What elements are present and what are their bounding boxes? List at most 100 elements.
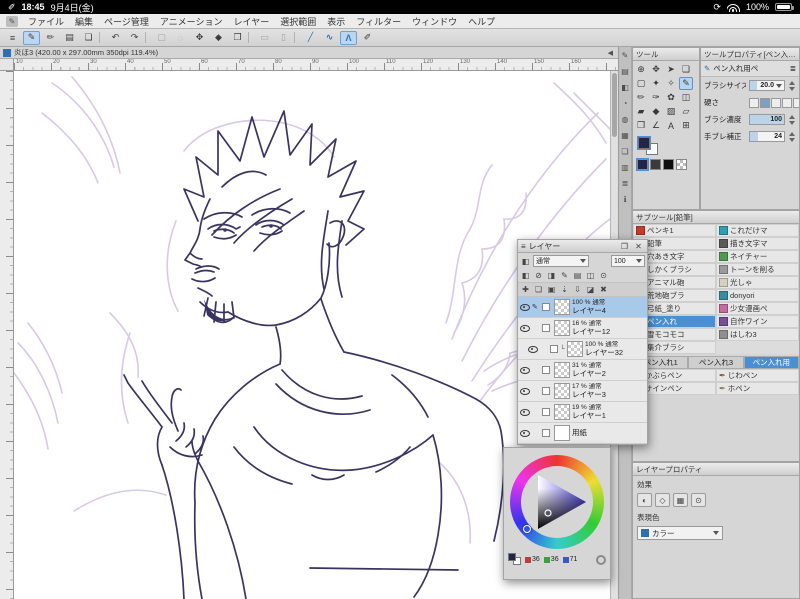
new-vector-layer-icon[interactable]: ❏ xyxy=(533,284,544,295)
layer-thumbnail[interactable] xyxy=(554,404,570,420)
divider[interactable] xyxy=(99,32,105,43)
figure-tool[interactable]: ▱ xyxy=(679,105,693,118)
layer-select-checkbox[interactable] xyxy=(542,324,550,332)
tool-palette-header[interactable]: ツール xyxy=(633,48,699,61)
rect-icon[interactable]: ▭ xyxy=(256,31,273,45)
selection-tool[interactable]: ▢ xyxy=(634,77,648,90)
pencil-icon[interactable]: ✏ xyxy=(42,31,59,45)
pen-subtool-item[interactable]: ✒ ホペン xyxy=(716,382,799,395)
deselect-icon[interactable]: ◌ xyxy=(172,31,189,45)
layer-row[interactable]: 17 % 通常 レイヤー3 xyxy=(518,381,647,402)
subtool-item[interactable]: 少女漫画ペ xyxy=(716,302,799,315)
blend-mode-select[interactable]: 通常 xyxy=(533,255,589,267)
color-wheel[interactable] xyxy=(510,455,604,549)
transfer-to-lower-icon[interactable]: ⇣ xyxy=(559,284,570,295)
subtool-item[interactable]: はしわ3 xyxy=(716,328,799,341)
layer-visibility-toggle[interactable] xyxy=(528,344,538,354)
curve-line-icon[interactable]: ∿ xyxy=(321,31,338,45)
subtool-item[interactable]: 描き文字マ xyxy=(716,237,799,250)
subtool-item[interactable]: トーンを削る xyxy=(716,263,799,276)
menu-item[interactable]: 選択範囲 xyxy=(280,15,316,28)
layer-thumbnail[interactable] xyxy=(554,299,570,315)
lock-transparent-pixels-icon[interactable]: ◨ xyxy=(546,270,557,281)
pen-tool[interactable]: ✎ xyxy=(679,77,693,90)
hue-handle[interactable] xyxy=(523,525,531,533)
select-icon[interactable]: ▢ xyxy=(153,31,170,45)
operation-tool[interactable]: ➤ xyxy=(664,63,678,76)
value-stepper[interactable] xyxy=(788,80,796,91)
layer-visibility-toggle[interactable] xyxy=(520,407,530,417)
value-stepper[interactable] xyxy=(788,131,796,142)
layer-select-checkbox[interactable] xyxy=(550,345,558,353)
layer-thumbnail[interactable] xyxy=(554,425,570,441)
main-color-square[interactable] xyxy=(637,136,651,150)
color-mixer-icon[interactable] xyxy=(596,554,606,565)
tool-property-dock-icon[interactable]: ◧ xyxy=(620,82,631,93)
move-tool[interactable]: ✥ xyxy=(649,63,663,76)
wheel-main-sub-color[interactable] xyxy=(508,553,522,566)
app-logo-icon[interactable]: ✎ xyxy=(6,15,18,27)
effect-extract-lines-icon[interactable]: ▦ xyxy=(673,493,688,507)
effect-border-icon[interactable]: ◇ xyxy=(655,493,670,507)
workspace-icon[interactable]: ▤ xyxy=(61,31,78,45)
main-sub-color-widget[interactable] xyxy=(637,136,661,156)
subtool-group-tab[interactable]: ペン入れ3 xyxy=(688,356,744,369)
lock-layer-icon[interactable]: ⊘ xyxy=(533,270,544,281)
vector-pen-icon[interactable]: ✐ xyxy=(359,31,376,45)
file-icon[interactable]: ❏ xyxy=(80,31,97,45)
brush-density-slider[interactable]: 100 xyxy=(749,114,785,125)
menu-item[interactable]: ヘルプ xyxy=(468,15,495,28)
new-raster-layer-icon[interactable]: ✚ xyxy=(520,284,531,295)
merge-to-lower-icon[interactable]: ⇩ xyxy=(572,284,583,295)
auto-select-tool[interactable]: ✦ xyxy=(649,77,663,90)
color-set-dock-icon[interactable]: ▦ xyxy=(620,130,631,141)
layer-select-checkbox[interactable] xyxy=(542,387,550,395)
pen-subtool-item[interactable]: ✒ じわペン xyxy=(716,369,799,382)
layer-dock-icon[interactable]: ❏ xyxy=(620,146,631,157)
tab-collapse-icon[interactable]: ◀ xyxy=(608,49,615,57)
fill-tool[interactable]: ◆ xyxy=(649,105,663,118)
layer-select-checkbox[interactable] xyxy=(542,366,550,374)
zoom-tool[interactable]: ⊕ xyxy=(634,63,648,76)
menu-item[interactable]: 表示 xyxy=(327,15,345,28)
gradient-tool[interactable]: ▨ xyxy=(664,105,678,118)
divider[interactable] xyxy=(145,32,151,43)
layer-visibility-toggle[interactable] xyxy=(520,428,530,438)
eyedropper-tool[interactable]: ✧ xyxy=(664,77,678,90)
ruler-tool[interactable]: ∠ xyxy=(649,119,663,132)
layer-row[interactable]: 16 % 通常 レイヤー12 xyxy=(518,318,647,339)
tool-property-menu-icon[interactable]: ≣ xyxy=(790,64,796,73)
subtool-group-tab[interactable]: ペン入れ用 xyxy=(743,356,799,369)
information-dock-icon[interactable]: ℹ xyxy=(620,194,631,205)
swatch-black[interactable] xyxy=(663,159,674,170)
undo-icon[interactable]: ↶ xyxy=(107,31,124,45)
subtool-item[interactable]: ペンキ1 xyxy=(633,224,716,237)
rounded-rect-icon[interactable]: ▯ xyxy=(275,31,292,45)
frame-border-tool[interactable]: ❒ xyxy=(634,119,648,132)
main-menu-icon[interactable]: ≡ xyxy=(4,31,21,45)
layer-row[interactable]: 用紙 xyxy=(518,423,647,444)
menu-item[interactable]: フィルター xyxy=(356,15,401,28)
menu-item[interactable]: レイヤー xyxy=(234,15,270,28)
layer-mask-icon[interactable]: ◪ xyxy=(585,284,596,295)
swatch-transparent[interactable] xyxy=(676,159,687,170)
value-stepper[interactable] xyxy=(788,114,796,125)
draft-layer-icon[interactable]: ✎ xyxy=(559,270,570,281)
layer-opacity-input[interactable]: 100 xyxy=(611,255,645,267)
layer-property-dock-icon[interactable]: ▥ xyxy=(620,162,631,173)
tool-dock-icon[interactable]: ✎ xyxy=(620,50,631,61)
navigator-dock-icon[interactable]: ≣ xyxy=(620,178,631,189)
effect-tone-icon[interactable]: ◐ xyxy=(637,493,652,507)
layer-row[interactable]: ✎ 100 % 通常 レイヤー4 xyxy=(518,297,647,318)
palette-close-icon[interactable]: ✕ xyxy=(633,241,644,252)
palette-float-icon[interactable]: ❐ xyxy=(619,241,630,252)
layer-thumbnail[interactable] xyxy=(554,362,570,378)
layer-visibility-toggle[interactable] xyxy=(520,302,530,312)
layer-row[interactable]: └ 100 % 通常 レイヤー32 xyxy=(518,339,647,360)
document-tab-title[interactable]: 炎ほ3 (420.00 x 297.00mm 350dpi 119.4%) xyxy=(14,47,158,58)
scrollbar-thumb[interactable] xyxy=(612,73,617,137)
stabilization-slider[interactable]: 24 xyxy=(749,131,785,142)
divider[interactable] xyxy=(294,32,300,43)
fill-icon[interactable]: ◆ xyxy=(210,31,227,45)
straight-line-icon[interactable]: ╱ xyxy=(302,31,319,45)
